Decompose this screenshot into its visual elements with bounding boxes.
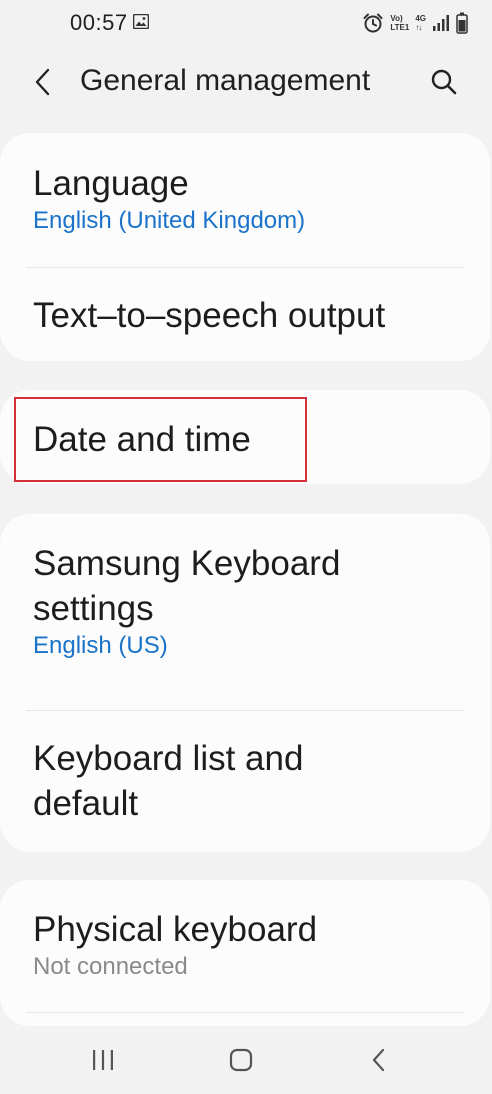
- search-button[interactable]: [422, 62, 466, 102]
- nav-back-button[interactable]: [354, 1040, 404, 1080]
- status-bar: 00:57 Vo) LTE1 4G ↑↓: [0, 0, 492, 48]
- physical-keyboard-subtitle: Not connected: [33, 953, 188, 980]
- physical-keyboard-card: Physical keyboard Not connected: [0, 880, 490, 1026]
- samsung-keyboard-title-line1: Samsung Keyboard: [33, 544, 341, 583]
- signal-icon: [433, 15, 449, 31]
- keyboard-card: Samsung Keyboard settings English (US) K…: [0, 514, 490, 852]
- status-time: 00:57: [70, 10, 128, 35]
- language-subtitle: English (United Kingdom): [33, 207, 306, 234]
- physical-keyboard-item[interactable]: Physical keyboard Not connected: [0, 907, 490, 1017]
- language-item[interactable]: Language English (United Kingdom): [0, 161, 490, 261]
- keyboard-list-title-line1: Keyboard list and: [33, 739, 304, 778]
- back-icon: [372, 1048, 385, 1072]
- divider: [26, 1012, 464, 1013]
- tts-item[interactable]: Text–to–speech output: [0, 293, 490, 353]
- chevron-left-icon: [35, 68, 50, 96]
- highlight-box: [14, 397, 307, 482]
- network-label: Vo) LTE1: [390, 14, 409, 32]
- recents-button[interactable]: [78, 1040, 128, 1080]
- volte-label: Vo): [390, 14, 403, 23]
- lte-label: LTE1: [390, 23, 410, 32]
- tts-title: Text–to–speech output: [33, 296, 386, 335]
- samsung-keyboard-subtitle: English (US): [33, 632, 168, 659]
- language-title: Language: [33, 164, 189, 203]
- samsung-keyboard-item[interactable]: Samsung Keyboard settings English (US): [0, 541, 490, 701]
- gallery-icon: [133, 14, 149, 29]
- divider: [26, 710, 464, 711]
- home-icon: [229, 1048, 253, 1072]
- navigation-bar: [0, 1026, 492, 1094]
- recents-icon: [93, 1050, 113, 1070]
- samsung-keyboard-title-line2: settings: [33, 589, 154, 628]
- keyboard-list-title-line2: default: [33, 784, 139, 823]
- home-button[interactable]: [216, 1040, 266, 1080]
- battery-icon: [456, 12, 468, 34]
- alarm-icon: [363, 13, 383, 33]
- app-header: General management: [0, 48, 492, 116]
- language-card: Language English (United Kingdom) Text–t…: [0, 133, 490, 361]
- network-type-label: 4G ↑↓: [415, 14, 426, 32]
- divider: [26, 267, 464, 268]
- page-title: General management: [80, 64, 371, 97]
- search-icon: [431, 69, 457, 95]
- net-type: 4G: [415, 14, 426, 23]
- physical-keyboard-title: Physical keyboard: [33, 910, 318, 949]
- status-icons: Vo) LTE1 4G ↑↓: [362, 11, 468, 35]
- back-button[interactable]: [26, 62, 60, 102]
- keyboard-list-item[interactable]: Keyboard list and default: [0, 736, 490, 836]
